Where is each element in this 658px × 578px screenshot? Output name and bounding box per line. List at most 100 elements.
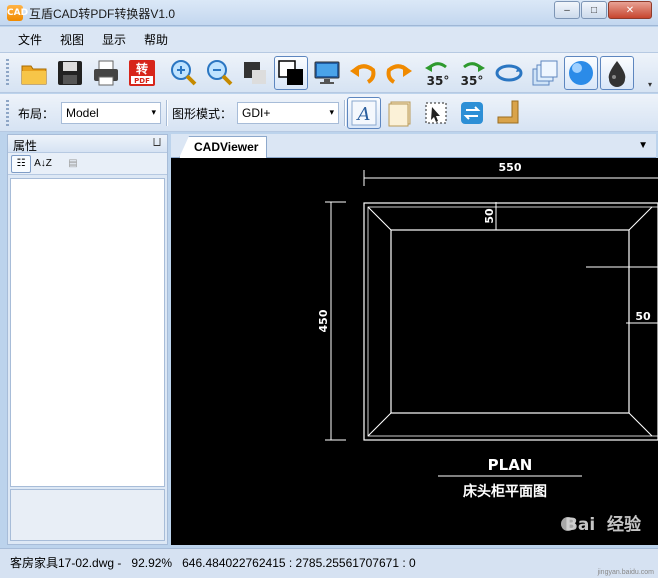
- layout-select[interactable]: Model ▾: [61, 102, 161, 124]
- menu-file[interactable]: 文件: [12, 29, 48, 50]
- categorized-icon[interactable]: ☷: [11, 154, 31, 173]
- status-zoom: 92.92%: [131, 556, 173, 570]
- rotate-icon: [495, 64, 523, 82]
- status-coordinates: 646.484022762415 : 2785.25561707671 : 0: [182, 556, 416, 570]
- monitor-button[interactable]: [310, 56, 344, 90]
- top-inset-dimension-text: 50: [483, 208, 496, 224]
- pin-icon[interactable]: ⨆: [153, 137, 161, 148]
- bevel-line: [367, 412, 392, 437]
- width-dimension-text: 550: [499, 161, 522, 174]
- bevel-line: [628, 412, 653, 437]
- main-toolbar: 转 PDF 35° 35° ▾: [0, 53, 658, 93]
- rotate-right-35-icon: 35°: [461, 62, 485, 88]
- sphere-button[interactable]: [564, 56, 598, 90]
- save-button[interactable]: [53, 56, 87, 90]
- graphics-mode-select[interactable]: GDI+ ▾: [237, 102, 339, 124]
- bevel-line: [367, 206, 392, 231]
- print-button[interactable]: [89, 56, 123, 90]
- text-icon-letter: A: [356, 104, 371, 125]
- status-bar: 客房家具17-02.dwg - 92.92% 646.484022762415 …: [0, 548, 658, 578]
- toolbar-overflow-icon[interactable]: ▾: [648, 81, 656, 89]
- open-folder-icon: [21, 65, 47, 85]
- tab-cadviewer[interactable]: CADViewer: [179, 136, 268, 158]
- status-file: 客房家具17-02.dwg: [10, 556, 115, 570]
- graphics-mode-value: GDI+: [242, 106, 271, 120]
- open-button[interactable]: [17, 56, 51, 90]
- toolbar2-grip[interactable]: [6, 100, 9, 128]
- zoom-out-button[interactable]: [202, 56, 236, 90]
- view-toolbar: 布局： Model ▾ 图形模式： GDI+ ▾ A: [0, 94, 658, 132]
- zoom-in-button[interactable]: [166, 56, 200, 90]
- rotate-right-button[interactable]: 35°: [456, 56, 490, 90]
- cad-viewer-canvas[interactable]: 550 450 50 50 PLAN 床头柜平面图 Bai 经验: [171, 158, 658, 545]
- text-style-button[interactable]: A: [347, 97, 381, 129]
- blue-sphere-icon: [569, 61, 593, 85]
- layers-icon: [532, 60, 558, 86]
- toolbar-divider: [344, 100, 345, 126]
- layout-value: Model: [66, 106, 99, 120]
- close-button[interactable]: ✕: [608, 1, 652, 19]
- menu-display[interactable]: 显示: [96, 29, 132, 50]
- rotate-right-label: 35°: [461, 74, 484, 88]
- select-region-button[interactable]: [419, 97, 453, 129]
- sort-alphabetical-icon[interactable]: A↓Z: [33, 155, 53, 173]
- property-pages-icon[interactable]: ▤: [63, 155, 83, 173]
- menu-view[interactable]: 视图: [54, 29, 90, 50]
- paw-icon: [561, 517, 575, 531]
- layers-button[interactable]: [528, 56, 562, 90]
- convert-to-pdf-icon: 转 PDF: [129, 60, 155, 86]
- page-button[interactable]: [383, 97, 417, 129]
- black-background-icon: [244, 62, 266, 84]
- tab-list-icon[interactable]: ▼: [638, 140, 648, 151]
- redo-button[interactable]: [382, 56, 416, 90]
- plan-label: PLAN: [488, 456, 533, 474]
- maximize-button[interactable]: □: [581, 1, 607, 19]
- toolbar-divider: [166, 100, 167, 126]
- layout-label: 布局：: [18, 107, 55, 121]
- minimize-button[interactable]: –: [554, 1, 580, 19]
- save-icon: [58, 61, 82, 85]
- rotate-left-35-icon: 35°: [425, 62, 450, 88]
- white-background-button[interactable]: [274, 56, 308, 90]
- redo-icon: [386, 64, 412, 84]
- ink-drop-icon: [608, 61, 626, 87]
- status-line: 客房家具17-02.dwg - 92.92% 646.484022762415 …: [10, 556, 416, 570]
- convert-label-bottom: PDF: [134, 77, 150, 85]
- monitor-icon: [314, 61, 340, 84]
- text-style-icon: A: [351, 100, 377, 126]
- top-panel-outline: [390, 229, 630, 414]
- window-title: 互盾CAD转PDF转换器V1.0: [29, 7, 176, 21]
- ink-drop-button[interactable]: [600, 56, 634, 90]
- chevron-down-icon: ▾: [151, 107, 156, 117]
- document-tabstrip: CADViewer ▼: [171, 134, 656, 158]
- undo-icon: [350, 64, 376, 84]
- rotate-button[interactable]: [492, 56, 526, 90]
- rotate-left-button[interactable]: 35°: [420, 56, 454, 90]
- height-dimension-text: 450: [317, 309, 330, 332]
- bevel-line: [628, 206, 653, 231]
- white-background-icon: [278, 60, 303, 85]
- cad-drawing: 550 450 50 50 PLAN 床头柜平面图 Bai 经验: [317, 161, 658, 535]
- window-controls: – □ ✕: [553, 1, 652, 19]
- select-region-icon: [425, 102, 447, 124]
- corner-button[interactable]: [491, 97, 525, 129]
- menu-bar: 文件 视图 显示 帮助: [0, 27, 658, 53]
- convert-pdf-button[interactable]: 转 PDF: [125, 56, 159, 90]
- right-inset-dimension-text: 50: [635, 310, 651, 323]
- black-background-button[interactable]: [238, 56, 272, 90]
- properties-toolbar: ☷ A↓Z ▤: [8, 153, 167, 175]
- title-bar: CAD 互盾CAD转PDF转换器V1.0 – □ ✕: [0, 0, 658, 26]
- convert-label-top: 转: [136, 61, 148, 76]
- undo-button[interactable]: [346, 56, 380, 90]
- property-grid[interactable]: [10, 178, 165, 487]
- swap-button[interactable]: [455, 97, 489, 129]
- properties-panel-header: 属性 ⨆: [8, 135, 167, 153]
- toolbar-grip[interactable]: [6, 59, 9, 87]
- graphics-mode-label: 图形模式：: [172, 107, 233, 121]
- zoom-out-icon: [207, 60, 233, 86]
- rotate-left-label: 35°: [427, 74, 450, 88]
- menu-help[interactable]: 帮助: [138, 29, 174, 50]
- outer-outline-inner: [367, 206, 658, 437]
- properties-panel-title: 属性: [13, 139, 38, 153]
- print-icon: [94, 60, 118, 86]
